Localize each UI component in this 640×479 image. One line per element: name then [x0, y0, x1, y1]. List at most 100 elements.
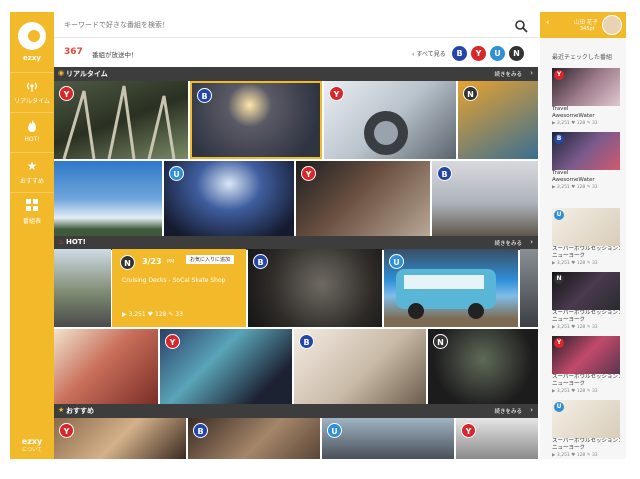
program-tile[interactable]: Y: [324, 81, 456, 159]
fire-icon: [25, 119, 39, 133]
recent-item[interactable]: U スーパーボウルセッション： ニューヨーク ▶ 3,251 ♥ 128 ✎ 3…: [552, 400, 624, 459]
see-all-link[interactable]: ‹ すべて見る: [412, 49, 446, 58]
program-tile[interactable]: U: [164, 161, 294, 237]
chevron-left-icon[interactable]: ‹: [546, 18, 550, 28]
channel-badge-u: U: [327, 423, 342, 438]
channel-badge-b: B: [437, 166, 452, 181]
recent-item-subtitle: ニューヨーク: [552, 317, 586, 323]
recent-item[interactable]: Y Travel AwesomeWater ▶ 3,251 ♥ 128 ✎ 33: [552, 68, 622, 127]
broadcast-icon: ◉: [58, 69, 65, 77]
channel-badge-n: N: [554, 274, 564, 284]
program-tile[interactable]: B: [190, 81, 322, 159]
see-all-label: すべて見る: [416, 51, 446, 58]
recent-item-stats: ▶ 3,251 ♥ 128 ✎ 33: [552, 261, 598, 266]
broadcast-icon: [25, 79, 39, 93]
sidebar-item-hot[interactable]: HOT!: [10, 112, 54, 152]
footer-text: について: [22, 447, 42, 453]
more-link[interactable]: 続きをみる: [494, 239, 522, 247]
sidebar-item-realtime[interactable]: リアルタイム: [10, 72, 54, 112]
program-tile[interactable]: B: [188, 418, 320, 459]
channel-badge-u: U: [389, 254, 404, 269]
recent-thumbnail: Y: [552, 68, 620, 106]
channel-badge-y: Y: [554, 70, 564, 80]
more-link[interactable]: 続きをみる: [494, 407, 522, 415]
channel-filter-y[interactable]: Y: [471, 46, 486, 61]
recent-item-stats: ▶ 3,251 ♥ 128 ✎ 33: [552, 121, 598, 126]
program-tile[interactable]: U: [322, 418, 454, 459]
search-bar: [54, 12, 538, 38]
recent-panel: ‹ 山田 花子 345pt 最近チェックした番組 Y Travel Awesom…: [540, 12, 626, 459]
search-icon[interactable]: [514, 18, 528, 33]
program-tile[interactable]: Y: [456, 418, 538, 459]
program-tile[interactable]: N: [458, 81, 538, 159]
section-title: HOT!: [66, 238, 86, 246]
channel-badge-n: N: [463, 86, 478, 101]
sidebar-item-recommend[interactable]: ★ おすすめ: [10, 152, 54, 192]
recent-item-subtitle: ニューヨーク: [552, 253, 586, 259]
channel-filter-b[interactable]: B: [452, 46, 467, 61]
recent-thumbnail: N: [552, 272, 620, 310]
recent-thumbnail: B: [552, 132, 620, 170]
program-tile[interactable]: U: [384, 249, 518, 327]
program-tile[interactable]: B: [248, 249, 382, 327]
channel-badge-n: N: [120, 255, 135, 270]
section-title: おすすめ: [66, 407, 94, 415]
recent-item[interactable]: Y スーパーボウルセッション： ニューヨーク ▶ 3,251 ♥ 128 ✎ 3…: [552, 336, 623, 395]
sidebar-item-label: おすすめ: [19, 178, 44, 185]
recent-item[interactable]: N スーパーボウルセッション： ニューヨーク ▶ 3,251 ♥ 128 ✎ 3…: [552, 272, 623, 331]
recent-item-title: Travel: [552, 106, 569, 112]
recent-item-title: スーパーボウルセッション：: [552, 246, 624, 252]
status-row: 367 番組が放送中！ ‹ すべて見る B Y U N: [54, 40, 538, 66]
channel-badge-b: B: [197, 88, 212, 103]
channel-badge-b: B: [554, 134, 564, 144]
recent-item[interactable]: B Travel AwesomeWater ▶ 3,251 ♥ 128 ✎ 33: [552, 132, 622, 191]
section-header-hot: ♨ HOT! 続きをみる ›: [54, 236, 538, 250]
program-tile[interactable]: [54, 329, 158, 405]
recent-thumbnail: U: [552, 400, 620, 438]
program-tile[interactable]: B: [294, 329, 426, 405]
channel-filter-u[interactable]: U: [490, 46, 505, 61]
logo-text: ezxy: [23, 54, 41, 62]
recent-item[interactable]: U スーパーボウルセッション： ニューヨーク ▶ 3,251 ♥ 128 ✎ 3…: [552, 208, 624, 267]
sidebar-item-schedule[interactable]: 番組表: [10, 192, 54, 232]
sidebar-item-label: HOT!: [24, 136, 40, 143]
chevron-right-icon[interactable]: ›: [530, 69, 533, 77]
section-header-realtime: ◉ リアルタイム 続きをみる ›: [54, 67, 538, 81]
program-tile[interactable]: N: [428, 329, 538, 405]
program-tile[interactable]: [520, 249, 538, 327]
recent-item-subtitle: ニューヨーク: [552, 445, 586, 451]
program-tile[interactable]: Y: [296, 161, 430, 237]
featured-program-card[interactable]: N 3/23 PM お気に入りに追加 Cruising Decks - SoCa…: [112, 249, 246, 327]
about-link[interactable]: ezxy について: [10, 437, 54, 453]
channel-badge-b: B: [299, 334, 314, 349]
program-tile[interactable]: [54, 249, 111, 327]
recent-item-title: スーパーボウルセッション：: [552, 438, 624, 444]
views-count: 3,251: [128, 311, 146, 318]
more-link[interactable]: 続きをみる: [494, 70, 522, 78]
program-tile[interactable]: Y: [54, 418, 186, 459]
channel-badge-y: Y: [59, 86, 74, 101]
channel-badge-y: Y: [165, 334, 180, 349]
footer-logo: ezxy: [21, 437, 43, 446]
chevron-right-icon[interactable]: ›: [530, 238, 533, 246]
user-header: ‹ 山田 花子 345pt: [540, 12, 626, 38]
program-tile[interactable]: Y: [160, 329, 292, 405]
channel-filter-n[interactable]: N: [509, 46, 524, 61]
avatar[interactable]: [602, 15, 622, 35]
search-input[interactable]: [64, 18, 494, 32]
grid-icon: [25, 199, 39, 213]
program-tile[interactable]: B: [432, 161, 538, 237]
recent-item-subtitle: ニューヨーク: [552, 381, 586, 387]
recent-title: 最近チェックした番組: [552, 54, 613, 61]
chevron-right-icon[interactable]: ›: [530, 406, 533, 414]
program-tile[interactable]: [54, 161, 162, 237]
channel-badge-y: Y: [554, 338, 564, 348]
channel-badge-u: U: [554, 210, 564, 220]
user-points: 345pt: [580, 26, 595, 32]
recent-thumbnail: Y: [552, 336, 620, 374]
add-favorite-button[interactable]: お気に入りに追加: [186, 255, 235, 264]
section-header-recommend: ★ おすすめ 続きをみる ›: [54, 404, 538, 418]
channel-badge-y: Y: [59, 423, 74, 438]
app-logo[interactable]: [18, 22, 46, 50]
program-tile[interactable]: Y: [54, 81, 188, 159]
